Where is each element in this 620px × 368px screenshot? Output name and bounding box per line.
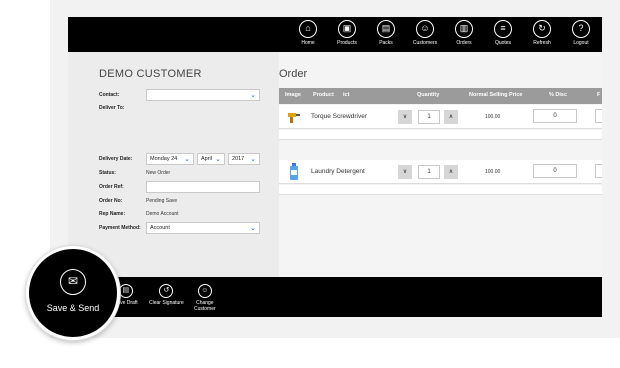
qty-input[interactable]: 1 (418, 110, 440, 124)
order-title: Order (279, 68, 308, 80)
nav-customers[interactable]: ☺ Customers (405, 20, 445, 50)
chevron-down-icon: ⌄ (215, 156, 221, 163)
delivery-year-select[interactable]: 2017 ⌄ (228, 153, 260, 165)
change-customer-icon: ☺ (197, 284, 212, 298)
nav-orders-label: Orders (456, 40, 472, 46)
delivery-day-select[interactable]: Monday 24 ⌄ (146, 153, 194, 165)
row-spacer (279, 185, 602, 195)
save-send-icon: ✉ (60, 269, 86, 295)
products-icon: ▣ (338, 20, 356, 38)
bottom-action-bar: ▤ Save Draft ↺ Clear Signature ☺ Change … (68, 277, 602, 317)
nav-quotes[interactable]: ≡ Quotes (483, 20, 523, 50)
payment-method-value: Account (150, 225, 170, 231)
nav-refresh[interactable]: ↻ Refresh (522, 20, 562, 50)
nav-quotes-label: Quotes (494, 40, 512, 46)
disc-input[interactable]: 0 (533, 164, 577, 178)
qty-increment-button[interactable]: ∧ (444, 165, 458, 179)
order-table-header: Image Product ict Quantity Normal Sellin… (279, 88, 602, 104)
contact-label: Contact: (99, 92, 120, 98)
save-draft-icon: ▤ (118, 284, 133, 298)
next-col-input[interactable] (595, 109, 602, 123)
nav-products[interactable]: ▣ Products (327, 20, 367, 50)
qty-decrement-button[interactable]: ∨ (398, 165, 412, 179)
chevron-down-icon: ⌄ (184, 156, 190, 163)
save-send-label: Save & Send (46, 303, 100, 313)
product-name: Torque Screwdriver (311, 113, 367, 120)
status-label: Status: (99, 170, 116, 176)
order-no-label: Order No: (99, 198, 123, 204)
col-image: Image (285, 92, 301, 98)
rep-name-label: Rep Name: (99, 211, 126, 217)
nav-packs-label: Packs (379, 40, 393, 46)
nav-logout[interactable]: ? Logout (561, 20, 601, 50)
col-product-overlap: ict (343, 92, 350, 98)
deliver-to-label: Deliver To: (99, 105, 125, 111)
price-value: 100.00 (485, 114, 501, 120)
order-ref-label: Order Ref: (99, 184, 124, 190)
nav-refresh-label: Refresh (533, 40, 551, 46)
product-name: Laundry Detergent (311, 168, 365, 175)
order-ref-input[interactable] (146, 181, 260, 193)
qty-decrement-button[interactable]: ∨ (398, 110, 412, 124)
chevron-down-icon: ⌄ (250, 156, 256, 163)
qty-input[interactable]: 1 (418, 165, 440, 179)
status-value: New Order (146, 170, 171, 176)
col-quantity: Quantity (417, 92, 440, 98)
nav-packs[interactable]: ▤ Packs (366, 20, 406, 50)
col-price: Normal Selling Price (469, 92, 523, 98)
screwdriver-icon (288, 113, 300, 123)
payment-method-select[interactable]: Account ⌄ (146, 222, 260, 234)
rep-name-value: Demo Account (146, 211, 179, 217)
payment-method-label: Payment Method: (99, 225, 141, 231)
disc-input[interactable]: 0 (533, 109, 577, 123)
detergent-icon (290, 163, 298, 180)
col-disc: % Disc (549, 92, 568, 98)
chevron-down-icon: ⌄ (250, 225, 256, 232)
clear-signature-button[interactable]: ↺ Clear Signature (149, 284, 184, 306)
col-product: Product (313, 92, 334, 98)
chevron-down-icon: ⌄ (250, 92, 256, 99)
app-screen: ⌂ Home ▣ Products ▤ Packs ☺ Customers ▥ … (68, 17, 602, 317)
price-value: 100.00 (485, 169, 501, 175)
top-nav-bar: ⌂ Home ▣ Products ▤ Packs ☺ Customers ▥ … (68, 17, 602, 52)
qty-increment-button[interactable]: ∧ (444, 110, 458, 124)
nav-logout-label: Logout (573, 40, 589, 46)
customer-panel: DEMO CUSTOMER Contact: ⌄ Deliver To: Del… (68, 52, 279, 277)
order-panel: Order Image Product ict Quantity Normal … (279, 52, 602, 277)
packs-icon: ▤ (377, 20, 395, 38)
change-customer-button[interactable]: ☺ Change Customer (194, 284, 216, 312)
nav-products-label: Products (337, 40, 357, 46)
delivery-date-label: Delivery Date: (99, 156, 133, 162)
orders-icon: ▥ (455, 20, 473, 38)
save-send-button[interactable]: ✉ Save & Send (26, 246, 120, 340)
home-icon: ⌂ (299, 20, 317, 38)
refresh-icon: ↻ (533, 20, 551, 38)
clear-signature-icon: ↺ (159, 284, 174, 298)
table-row[interactable]: Torque Screwdriver ∨ 1 ∧ 100.00 0 (279, 105, 602, 129)
col-next: F (597, 92, 601, 98)
change-customer-label-2: Customer (194, 306, 216, 312)
table-row[interactable]: Laundry Detergent ∨ 1 ∧ 100.00 0 (279, 160, 602, 184)
customers-icon: ☺ (416, 20, 434, 38)
order-no-value: Pending Save (146, 198, 178, 204)
clear-signature-label: Clear Signature (149, 300, 184, 306)
next-col-input[interactable] (595, 164, 602, 178)
delivery-day-value: Monday 24 (150, 156, 178, 162)
delivery-month-value: April (201, 156, 213, 162)
delivery-month-select[interactable]: April ⌄ (197, 153, 225, 165)
quotes-icon: ≡ (494, 20, 512, 38)
nav-orders[interactable]: ▥ Orders (444, 20, 484, 50)
row-spacer (279, 130, 602, 140)
nav-home[interactable]: ⌂ Home (288, 20, 328, 50)
delivery-year-value: 2017 (232, 156, 245, 162)
nav-customers-label: Customers (412, 40, 438, 46)
customer-title: DEMO CUSTOMER (99, 68, 202, 80)
nav-home-label: Home (301, 40, 315, 46)
logout-icon: ? (572, 20, 590, 38)
contact-select[interactable]: ⌄ (146, 89, 260, 101)
